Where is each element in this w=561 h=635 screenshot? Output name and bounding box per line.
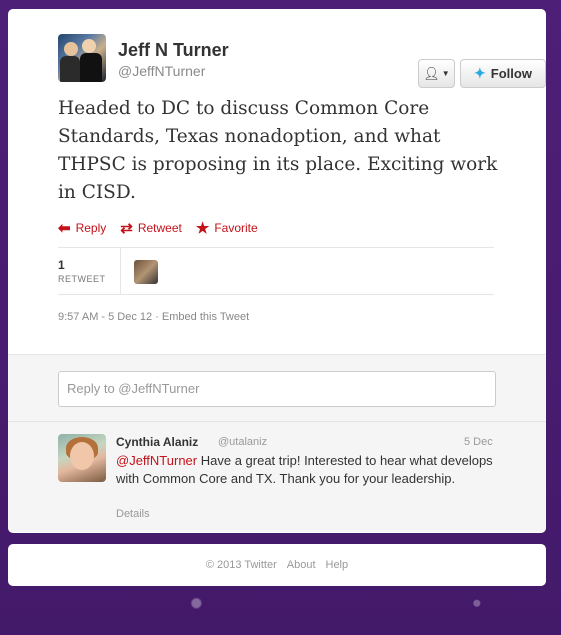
page-footer: © 2013 Twitter About Help <box>8 544 546 586</box>
retweet-button[interactable]: ⇄ Retweet <box>120 219 182 237</box>
favorite-label: Favorite <box>214 221 258 235</box>
retweet-icon: ⇄ <box>120 220 133 237</box>
reply-mention-link[interactable]: @JeffNTurner <box>116 453 197 468</box>
star-icon: ★ <box>195 220 210 237</box>
reply-text: @JeffNTurner Have a great trip! Interest… <box>116 452 496 488</box>
retweet-count[interactable]: 1 <box>58 258 65 272</box>
reply-author-handle[interactable]: @utalaniz <box>218 436 267 448</box>
retweeter-avatar[interactable] <box>134 260 158 284</box>
reply-input[interactable]: Reply to @JeffNTurner <box>58 371 496 407</box>
footer-help-link[interactable]: Help <box>326 559 349 571</box>
footer-copyright: © 2013 Twitter <box>205 559 277 571</box>
reply-box-area: Reply to @JeffNTurner <box>8 354 546 422</box>
retweet-count-label: RETWEET <box>58 274 106 284</box>
reply-icon: ⬅ <box>58 220 71 237</box>
tweet-stats: 1 RETWEET <box>58 247 494 295</box>
reply-author-avatar[interactable] <box>58 434 106 482</box>
author-handle[interactable]: @JeffNTurner <box>118 63 205 79</box>
reply-details-link[interactable]: Details <box>116 508 150 520</box>
tweet-header: Jeff N Turner @JeffNTurner 👤︎ ▼ ✦ Follow <box>58 34 546 88</box>
reply-button[interactable]: ⬅ Reply <box>58 219 106 237</box>
chevron-down-icon: ▼ <box>441 69 450 78</box>
follow-button[interactable]: ✦ Follow <box>460 59 546 88</box>
person-icon: 👤︎ <box>423 65 440 81</box>
stats-divider <box>120 248 121 294</box>
tweet-timestamp[interactable]: 9:57 AM - 5 Dec 12 · Embed this Tweet <box>58 311 249 323</box>
author-name[interactable]: Jeff N Turner <box>118 40 229 61</box>
footer-about-link[interactable]: About <box>287 559 316 571</box>
reply-author-name[interactable]: Cynthia Alaniz <box>116 435 198 449</box>
reply-label: Reply <box>75 221 107 235</box>
twitter-bird-icon: ✦ <box>474 65 486 81</box>
reply-tweet[interactable]: Cynthia Alaniz @utalaniz 5 Dec @JeffNTur… <box>8 422 546 532</box>
favorite-button[interactable]: ★ Favorite <box>196 219 258 237</box>
author-avatar[interactable] <box>58 34 106 82</box>
reply-date[interactable]: 5 Dec <box>464 436 493 448</box>
tweet-text: Headed to DC to discuss Common Core Stan… <box>58 98 498 203</box>
tweet-card: Jeff N Turner @JeffNTurner 👤︎ ▼ ✦ Follow… <box>8 9 546 533</box>
user-actions-dropdown[interactable]: 👤︎ ▼ <box>418 59 455 88</box>
tweet-actions: ⬅ Reply ⇄ Retweet ★ Favorite <box>58 219 258 237</box>
retweet-label: Retweet <box>137 221 182 235</box>
follow-label: Follow <box>490 66 532 81</box>
